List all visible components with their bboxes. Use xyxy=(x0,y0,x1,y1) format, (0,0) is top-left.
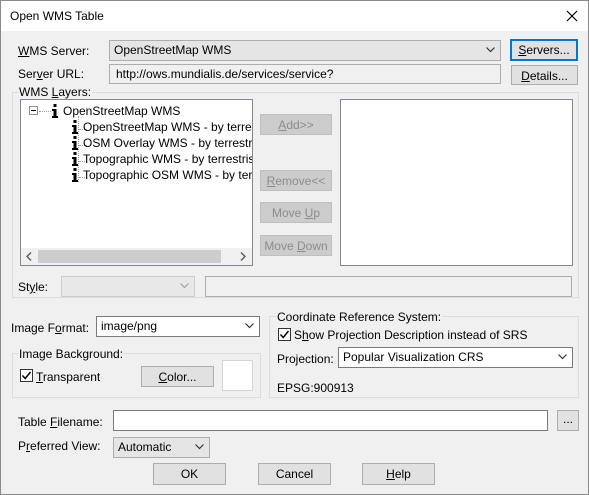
table-filename-label: Table Filename: xyxy=(18,415,103,429)
preferred-view-value: Automatic xyxy=(118,440,172,454)
servers-button[interactable]: Servers... xyxy=(510,39,578,61)
server-url-value: http://ows.mundialis.de/services/service… xyxy=(116,67,334,81)
wms-server-value: OpenStreetMap WMS xyxy=(114,43,232,57)
tree-collapse-toggle[interactable] xyxy=(29,106,38,115)
remove-button[interactable]: Remove<< xyxy=(260,170,332,191)
image-format-value: image/png xyxy=(101,319,158,333)
chevron-down-icon xyxy=(558,354,567,360)
wms-server-label: WMS Server: xyxy=(18,44,90,58)
window-title: Open WMS Table xyxy=(10,9,104,23)
show-description-label[interactable]: Show Projection Description instead of S… xyxy=(294,328,527,342)
tree-root-label: OpenStreetMap WMS xyxy=(63,104,181,118)
wms-layers-label: WMS Layers: xyxy=(18,85,93,99)
open-wms-table-dialog: Open WMS Table WMS Server: OpenStreetMap… xyxy=(0,0,589,495)
server-url-field[interactable]: http://ows.mundialis.de/services/service… xyxy=(109,64,501,84)
scroll-left-icon[interactable] xyxy=(26,252,32,261)
server-url-label: Server URL: xyxy=(18,67,85,81)
projection-label: Projection: xyxy=(277,352,334,366)
image-background-label: Image Background: xyxy=(18,347,125,361)
help-button[interactable]: Help xyxy=(362,463,435,485)
move-down-button[interactable]: Move Down xyxy=(260,235,332,256)
checkmark-icon xyxy=(21,371,32,380)
epsg-code: EPSG:900913 xyxy=(277,381,354,395)
color-button[interactable]: Color... xyxy=(141,366,214,387)
checkmark-icon xyxy=(279,330,290,339)
cancel-button[interactable]: Cancel xyxy=(258,463,331,485)
chevron-down-icon xyxy=(195,444,204,450)
preferred-view-label: Preferred View: xyxy=(18,439,101,453)
browse-button[interactable]: ... xyxy=(557,410,579,431)
tree-item-label: Topographic OSM WMS - by terrestris xyxy=(83,168,253,182)
info-icon xyxy=(72,120,78,134)
tree-item-label: OSM Overlay WMS - by terrestris xyxy=(83,136,253,150)
details-button[interactable]: Details... xyxy=(511,65,578,85)
style-label: Style: xyxy=(18,280,49,294)
wms-server-select[interactable]: OpenStreetMap WMS xyxy=(109,40,501,61)
tree-item-label: Topographic WMS - by terrestris xyxy=(83,152,253,166)
selected-layers-list[interactable] xyxy=(340,99,573,266)
info-icon xyxy=(72,168,78,182)
scrollbar-thumb[interactable] xyxy=(38,250,221,263)
tree-item-label: OpenStreetMap WMS - by terrestris xyxy=(83,120,252,134)
image-format-select[interactable]: image/png xyxy=(96,316,260,337)
image-format-label: Image Format: xyxy=(11,321,90,335)
chevron-down-icon xyxy=(245,323,254,329)
table-filename-input[interactable] xyxy=(113,410,548,431)
projection-value: Popular Visualization CRS xyxy=(343,350,484,364)
scroll-right-icon[interactable] xyxy=(240,252,246,261)
close-icon xyxy=(566,10,578,22)
info-icon xyxy=(72,152,78,166)
wms-layers-tree[interactable]: OpenStreetMap WMS OpenStreetMap WMS - by… xyxy=(20,99,253,266)
info-icon xyxy=(72,136,78,150)
transparent-checkbox[interactable] xyxy=(20,369,33,382)
ok-button[interactable]: OK xyxy=(153,463,226,485)
transparent-label[interactable]: Transparent xyxy=(36,370,100,384)
add-button[interactable]: Add>> xyxy=(260,114,332,135)
chevron-down-icon xyxy=(180,283,189,289)
background-color-swatch xyxy=(222,360,253,391)
style-select[interactable] xyxy=(61,276,195,297)
projection-select[interactable]: Popular Visualization CRS xyxy=(338,347,573,368)
crs-label: Coordinate Reference System: xyxy=(276,310,443,324)
chevron-down-icon xyxy=(486,47,495,53)
info-icon xyxy=(52,104,58,118)
style-description-field[interactable] xyxy=(205,276,572,297)
move-up-button[interactable]: Move Up xyxy=(260,202,332,223)
horizontal-scrollbar[interactable] xyxy=(21,248,252,265)
preferred-view-select[interactable]: Automatic xyxy=(113,437,210,458)
show-description-checkbox[interactable] xyxy=(278,328,291,341)
close-button[interactable] xyxy=(559,5,585,27)
